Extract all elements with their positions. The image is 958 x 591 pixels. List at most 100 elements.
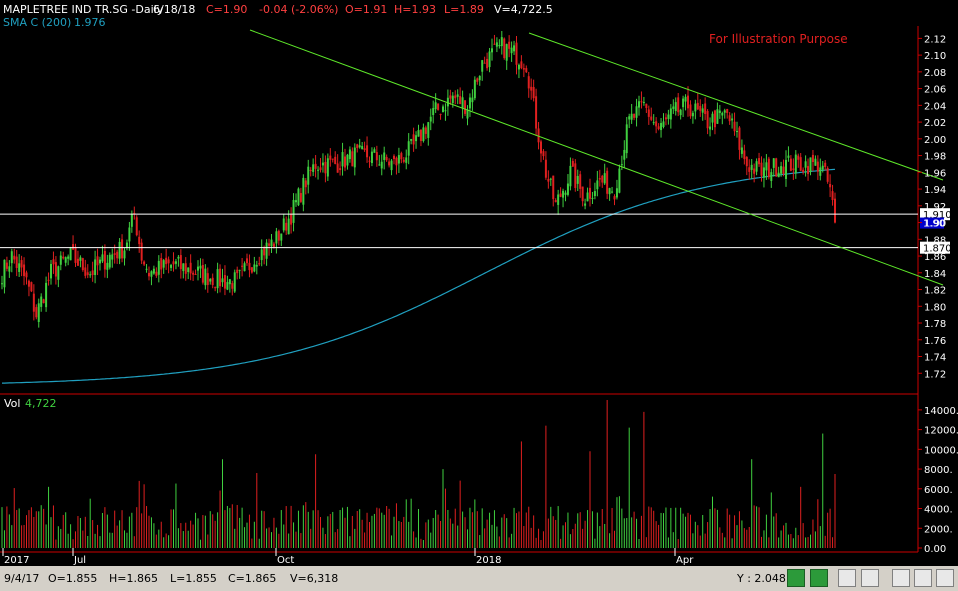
candle-body: [270, 239, 273, 247]
status-close: C=1.865: [228, 572, 277, 585]
price-tick-label: 2.04: [924, 101, 946, 112]
candle-body: [562, 190, 565, 198]
candle-body: [468, 97, 471, 109]
candle-body: [571, 161, 574, 167]
zoom-fit-icon[interactable]: [936, 569, 954, 587]
candle-body: [694, 103, 697, 112]
candle-body: [728, 115, 731, 122]
candle-body: [375, 152, 378, 161]
candle-style-icon[interactable]: [861, 569, 879, 587]
candle-body: [691, 112, 694, 117]
candle-body: [620, 164, 623, 166]
candle-body: [770, 172, 773, 181]
bar-style-icon[interactable]: [838, 569, 856, 587]
candle-body: [277, 230, 280, 241]
candle-body: [393, 155, 395, 160]
candle-body: [292, 199, 295, 223]
candle-body: [684, 96, 687, 102]
scroll-right-icon[interactable]: [810, 569, 828, 587]
candle-body: [821, 165, 824, 170]
candle-body: [679, 109, 682, 116]
candle-body: [831, 191, 834, 201]
candle-body: [184, 263, 187, 274]
candle-body: [123, 250, 126, 259]
candle-body: [762, 167, 765, 178]
candle-body: [326, 158, 329, 177]
scroll-left-icon[interactable]: [787, 569, 805, 587]
candle-body: [15, 256, 18, 268]
candle-body: [187, 267, 190, 272]
candle-body: [319, 167, 322, 171]
candle-body: [297, 188, 300, 206]
candle-body: [248, 262, 251, 271]
header-change: -0.04 (-2.06%): [259, 3, 339, 16]
candle-body: [785, 159, 787, 179]
candle-body: [586, 192, 589, 202]
candle-body: [723, 110, 726, 113]
candle-body: [351, 151, 354, 167]
candle-body: [341, 152, 344, 167]
price-tick-label: 1.74: [924, 353, 946, 364]
candle-body: [432, 108, 435, 116]
candle-body: [520, 61, 523, 69]
candle-body: [505, 44, 508, 61]
price-axis: 1.72 1.74 1.76 1.78 1.80 1.82 1.84 1.86 1.88 1.90…: [918, 34, 946, 380]
horizontal-lines[interactable]: 1.9101.8701.90: [0, 208, 952, 255]
symbol-title: MAPLETREE IND TR.SG -Daily: [3, 3, 164, 16]
candle-body: [547, 179, 550, 182]
time-tick-label: 2017: [4, 555, 29, 566]
candle-body: [405, 157, 408, 163]
candle-body: [91, 270, 94, 275]
zoom-out-icon[interactable]: [914, 569, 932, 587]
candle-body: [669, 108, 672, 120]
candle-body: [816, 161, 819, 172]
candle-body: [79, 257, 82, 261]
candle-body: [275, 231, 278, 244]
candle-body: [307, 166, 310, 185]
zoom-in-icon[interactable]: [892, 569, 910, 587]
candle-body: [13, 255, 16, 260]
time-tick-label: 2018: [476, 555, 501, 566]
candle-body: [750, 164, 753, 170]
candle-body: [451, 95, 454, 103]
candle-body: [606, 170, 609, 194]
price-tick-label: 2.02: [924, 118, 946, 129]
time-axis: 2017 Jul Oct 2018 Apr: [2, 548, 694, 566]
illustration-note: For Illustration Purpose: [709, 32, 848, 46]
candle-body: [366, 145, 369, 158]
candle-body: [819, 167, 822, 176]
candle-body: [189, 262, 192, 274]
candle-body: [530, 86, 533, 91]
price-volume-chart[interactable]: 1.9101.8701.90 1.721.741.761.781.801.821…: [0, 0, 958, 566]
candle-body: [231, 283, 234, 289]
candle-body: [241, 265, 244, 267]
candle-body: [674, 102, 677, 112]
status-open: O=1.855: [48, 572, 98, 585]
candle-body: [422, 127, 425, 142]
candle-body: [321, 162, 324, 166]
candle-body: [804, 161, 807, 168]
candle-body: [579, 174, 582, 189]
header-high: H=1.93: [394, 3, 436, 16]
candle-body: [799, 157, 802, 171]
candle-body: [167, 259, 170, 264]
candle-body: [687, 95, 689, 109]
upper-trendline[interactable]: [528, 32, 944, 181]
candle-body: [581, 186, 584, 202]
candle-body: [471, 97, 474, 103]
candle-body: [481, 60, 484, 72]
candle-body: [50, 263, 52, 279]
candle-body: [106, 262, 109, 270]
time-tick-label: Apr: [676, 555, 694, 566]
candle-body: [495, 42, 498, 47]
candle-body: [216, 269, 219, 289]
candle-body: [706, 111, 709, 129]
candle-body: [177, 256, 180, 259]
candle-body: [615, 188, 618, 198]
candle-body: [442, 106, 444, 113]
candle-body: [101, 254, 104, 262]
time-tick-label: Jul: [73, 555, 86, 566]
status-volume: V=6,318: [290, 572, 339, 585]
candle-body: [721, 112, 724, 116]
sma-legend-value: 1.976: [74, 16, 106, 29]
